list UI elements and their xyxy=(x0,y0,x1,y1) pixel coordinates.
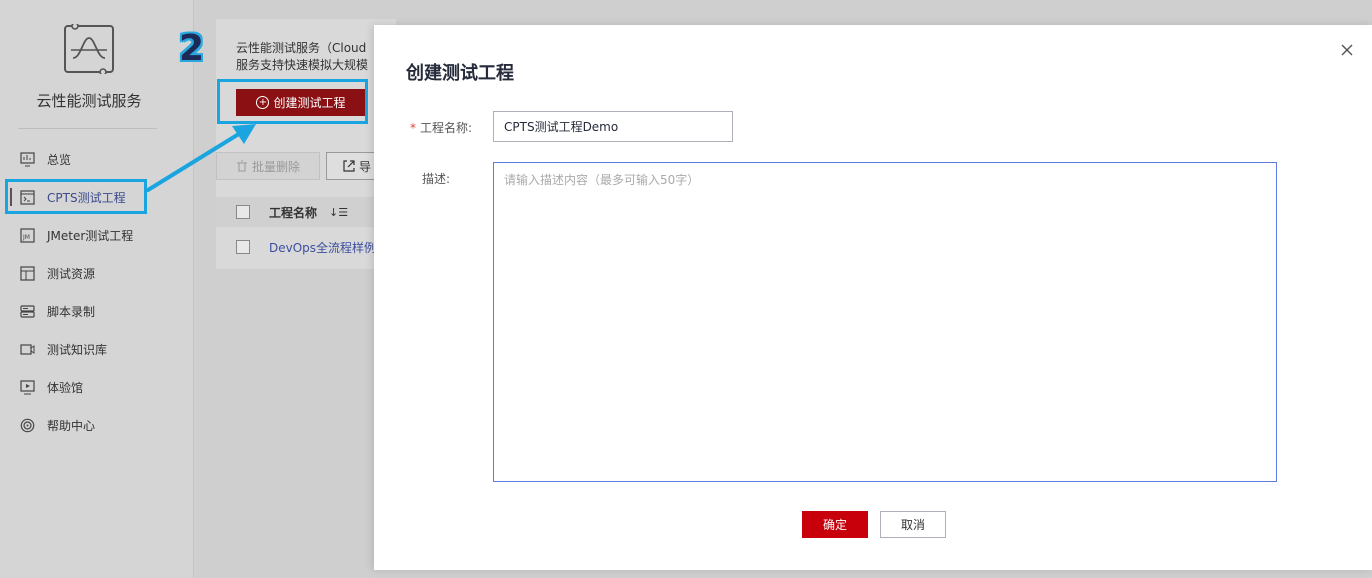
export-label: 导 xyxy=(359,159,372,174)
annotation-arrow xyxy=(146,124,256,192)
sidebar-item-label: 体验馆 xyxy=(47,380,84,395)
sidebar-item-knowledge[interactable]: 测试知识库 xyxy=(0,330,193,368)
create-project-dialog: 创建测试工程 * 工程名称: 描述: 确定 取消 xyxy=(374,25,1372,570)
sidebar-divider xyxy=(18,128,157,129)
target-help-icon xyxy=(20,418,35,432)
script-record-icon xyxy=(20,304,35,318)
service-intro: 云性能测试服务（Cloud 服务支持快速模拟大规模 xyxy=(236,40,396,74)
row-checkbox[interactable] xyxy=(236,240,250,254)
project-name-label: * 工程名称: xyxy=(410,119,472,136)
project-name-link[interactable]: DevOps全流程样例 xyxy=(269,239,376,256)
confirm-button[interactable]: 确定 xyxy=(802,511,868,538)
resource-grid-icon xyxy=(20,265,35,281)
column-header-name: 工程名称 xyxy=(269,205,318,220)
description-textarea[interactable] xyxy=(493,162,1277,482)
sidebar-item-label: 帮助中心 xyxy=(47,418,96,433)
close-icon[interactable] xyxy=(1340,43,1354,57)
cancel-button[interactable]: 取消 xyxy=(880,511,946,538)
sort-icon[interactable]: ↓☰ xyxy=(329,206,348,219)
sidebar-item-label: JMeter测试工程 xyxy=(47,228,134,243)
sidebar-item-label: 脚本录制 xyxy=(47,304,96,319)
sidebar-item-script-record[interactable]: 脚本录制 xyxy=(0,292,193,330)
sidebar-item-help[interactable]: 帮助中心 xyxy=(0,406,193,444)
service-title: 云性能测试服务 xyxy=(36,92,142,110)
jmeter-icon: JM xyxy=(20,227,35,243)
select-all-checkbox[interactable] xyxy=(236,205,250,219)
sidebar-item-jmeter[interactable]: JM JMeter测试工程 xyxy=(0,216,193,254)
intro-line: 云性能测试服务（Cloud xyxy=(236,41,367,55)
intro-line: 服务支持快速模拟大规模 xyxy=(236,58,369,72)
export-icon xyxy=(343,160,355,172)
sidebar-item-resources[interactable]: 测试资源 xyxy=(0,254,193,292)
project-name-input[interactable] xyxy=(493,111,733,142)
step-number: 2 xyxy=(179,28,205,69)
description-label: 描述: xyxy=(422,172,451,186)
table-header: 工程名称 ↓☰ xyxy=(216,197,396,227)
sidebar: 云性能测试服务 总览 CPTS测试工程 JM JMeter测试工程 测试资源 脚… xyxy=(0,0,194,578)
play-screen-icon xyxy=(20,379,35,394)
sidebar-item-label: 测试知识库 xyxy=(47,342,108,357)
table-row: DevOps全流程样例 xyxy=(216,228,396,266)
sidebar-item-label: 总览 xyxy=(47,152,72,167)
dialog-title: 创建测试工程 xyxy=(406,63,514,84)
required-mark: * xyxy=(410,121,416,135)
sidebar-item-experience[interactable]: 体验馆 xyxy=(0,368,193,406)
project-name-label-text: 工程名称: xyxy=(420,121,473,135)
performance-logo-icon xyxy=(64,24,114,74)
svg-text:JM: JM xyxy=(22,234,30,241)
chart-board-icon xyxy=(20,151,35,166)
highlight-box-menu xyxy=(5,179,147,214)
sidebar-item-label: 测试资源 xyxy=(47,266,96,281)
video-library-icon xyxy=(20,343,35,355)
